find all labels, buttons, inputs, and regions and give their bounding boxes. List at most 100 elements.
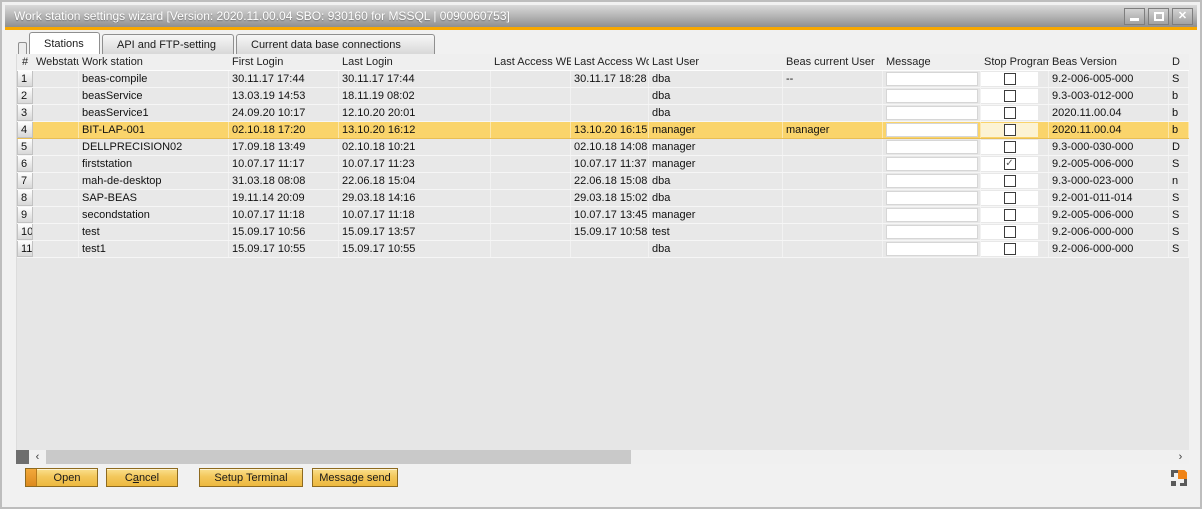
message-input[interactable] (886, 123, 978, 137)
stop-program-checkbox[interactable] (1004, 175, 1016, 187)
work-station-cell[interactable]: beas-compile (79, 71, 229, 87)
col-header-first-login[interactable]: First Login (229, 54, 339, 70)
table-row[interactable]: 7 mah-de-desktop 31.03.18 08:08 22.06.18… (17, 173, 1189, 190)
col-header-last-access-work[interactable]: Last Access Work (571, 54, 649, 70)
last-login-cell[interactable]: 30.11.17 17:44 (339, 71, 491, 87)
table-row[interactable]: 5 DELLPRECISION02 17.09.18 13:49 02.10.1… (17, 139, 1189, 156)
message-input[interactable] (886, 140, 978, 154)
stop-program-checkbox[interactable] (1004, 226, 1016, 238)
stop-program-checkbox[interactable] (1004, 209, 1016, 221)
message-cell[interactable] (883, 71, 981, 87)
message-input[interactable] (886, 225, 978, 239)
table-row[interactable]: 10 test 15.09.17 10:56 15.09.17 13:57 15… (17, 224, 1189, 241)
message-cell[interactable] (883, 241, 981, 257)
first-login-cell[interactable]: 10.07.17 11:17 (229, 156, 339, 172)
beas-current-user-cell[interactable] (783, 207, 883, 223)
d-cell[interactable]: S (1169, 71, 1189, 87)
tab-current-database-connections[interactable]: Current data base connections (236, 34, 435, 54)
tab-api-ftp-setting[interactable]: API and FTP-setting (102, 34, 234, 54)
beas-current-user-cell[interactable] (783, 156, 883, 172)
last-access-web-cell[interactable] (491, 122, 571, 138)
first-login-cell[interactable]: 30.11.17 17:44 (229, 71, 339, 87)
table-row[interactable]: 4 BIT-LAP-001 02.10.18 17:20 13.10.20 16… (17, 122, 1189, 139)
webstatus-cell[interactable] (33, 224, 79, 240)
webstatus-cell[interactable] (33, 156, 79, 172)
close-button[interactable]: ✕ (1172, 8, 1193, 25)
beas-version-cell[interactable]: 9.3-000-023-000 (1049, 173, 1169, 189)
message-input[interactable] (886, 174, 978, 188)
stop-program-cell[interactable] (981, 139, 1049, 155)
row-number-cell[interactable]: 4 (17, 122, 33, 138)
table-row[interactable]: 6 firststation 10.07.17 11:17 10.07.17 1… (17, 156, 1189, 173)
last-access-web-cell[interactable] (491, 224, 571, 240)
row-number-cell[interactable]: 5 (17, 139, 33, 155)
last-user-cell[interactable]: dba (649, 71, 783, 87)
work-station-cell[interactable]: test (79, 224, 229, 240)
stop-program-cell[interactable] (981, 105, 1049, 121)
last-login-cell[interactable]: 13.10.20 16:12 (339, 122, 491, 138)
col-header-message[interactable]: Message (883, 54, 981, 70)
last-access-web-cell[interactable] (491, 105, 571, 121)
first-login-cell[interactable]: 31.03.18 08:08 (229, 173, 339, 189)
message-input[interactable] (886, 157, 978, 171)
title-bar[interactable]: Work station settings wizard [Version: 2… (5, 5, 1197, 27)
beas-current-user-cell[interactable] (783, 139, 883, 155)
beas-version-cell[interactable]: 2020.11.00.04 (1049, 122, 1169, 138)
last-login-cell[interactable]: 15.09.17 13:57 (339, 224, 491, 240)
d-cell[interactable]: S (1169, 224, 1189, 240)
last-access-work-cell[interactable]: 10.07.17 11:37 (571, 156, 649, 172)
scroll-left-button[interactable]: ‹ (29, 450, 46, 464)
beas-current-user-cell[interactable] (783, 190, 883, 206)
maximize-button[interactable] (1148, 8, 1169, 25)
beas-version-cell[interactable]: 9.2-006-005-000 (1049, 71, 1169, 87)
webstatus-cell[interactable] (33, 241, 79, 257)
table-row[interactable]: 11 test1 15.09.17 10:55 15.09.17 10:55 d… (17, 241, 1189, 258)
last-access-web-cell[interactable] (491, 71, 571, 87)
stop-program-cell[interactable] (981, 88, 1049, 104)
last-login-cell[interactable]: 02.10.18 10:21 (339, 139, 491, 155)
message-cell[interactable] (883, 207, 981, 223)
row-number-cell[interactable]: 8 (17, 190, 33, 206)
scrollbar-track[interactable] (46, 450, 1172, 464)
work-station-cell[interactable]: mah-de-desktop (79, 173, 229, 189)
beas-current-user-cell[interactable] (783, 241, 883, 257)
setup-terminal-button[interactable]: Setup Terminal (199, 468, 303, 487)
last-user-cell[interactable]: dba (649, 88, 783, 104)
beas-version-cell[interactable]: 9.3-003-012-000 (1049, 88, 1169, 104)
last-login-cell[interactable]: 10.07.17 11:23 (339, 156, 491, 172)
col-header-stop-program[interactable]: Stop Program (981, 54, 1049, 70)
d-cell[interactable]: S (1169, 241, 1189, 257)
col-header-beas-version[interactable]: Beas Version (1049, 54, 1169, 70)
work-station-cell[interactable]: beasService1 (79, 105, 229, 121)
table-row[interactable]: 8 SAP-BEAS 19.11.14 20:09 29.03.18 14:16… (17, 190, 1189, 207)
scrollbar-thumb[interactable] (46, 450, 631, 464)
d-cell[interactable]: n (1169, 173, 1189, 189)
col-header-last-user[interactable]: Last User (649, 54, 783, 70)
col-header-number[interactable]: # (17, 54, 33, 70)
last-user-cell[interactable]: dba (649, 105, 783, 121)
cancel-button[interactable]: Cancel (106, 468, 178, 487)
row-number-cell[interactable]: 10 (17, 224, 33, 240)
first-login-cell[interactable]: 15.09.17 10:56 (229, 224, 339, 240)
horizontal-scrollbar[interactable]: ‹ › (16, 450, 1189, 464)
last-user-cell[interactable]: dba (649, 173, 783, 189)
last-access-work-cell[interactable]: 30.11.17 18:28 (571, 71, 649, 87)
last-user-cell[interactable]: dba (649, 190, 783, 206)
stop-program-checkbox[interactable] (1004, 124, 1016, 136)
stop-program-checkbox[interactable] (1004, 243, 1016, 255)
message-cell[interactable] (883, 139, 981, 155)
last-access-web-cell[interactable] (491, 173, 571, 189)
beas-current-user-cell[interactable] (783, 105, 883, 121)
stop-program-checkbox[interactable] (1004, 107, 1016, 119)
first-login-cell[interactable]: 13.03.19 14:53 (229, 88, 339, 104)
last-access-work-cell[interactable] (571, 88, 649, 104)
stop-program-checkbox[interactable] (1004, 90, 1016, 102)
open-button[interactable]: Open (25, 468, 98, 487)
beas-version-cell[interactable]: 9.2-006-000-000 (1049, 241, 1169, 257)
work-station-cell[interactable]: secondstation (79, 207, 229, 223)
message-cell[interactable] (883, 88, 981, 104)
resize-form-icon[interactable] (1171, 470, 1187, 486)
last-user-cell[interactable]: manager (649, 156, 783, 172)
last-access-work-cell[interactable]: 22.06.18 15:08 (571, 173, 649, 189)
stop-program-cell[interactable] (981, 190, 1049, 206)
